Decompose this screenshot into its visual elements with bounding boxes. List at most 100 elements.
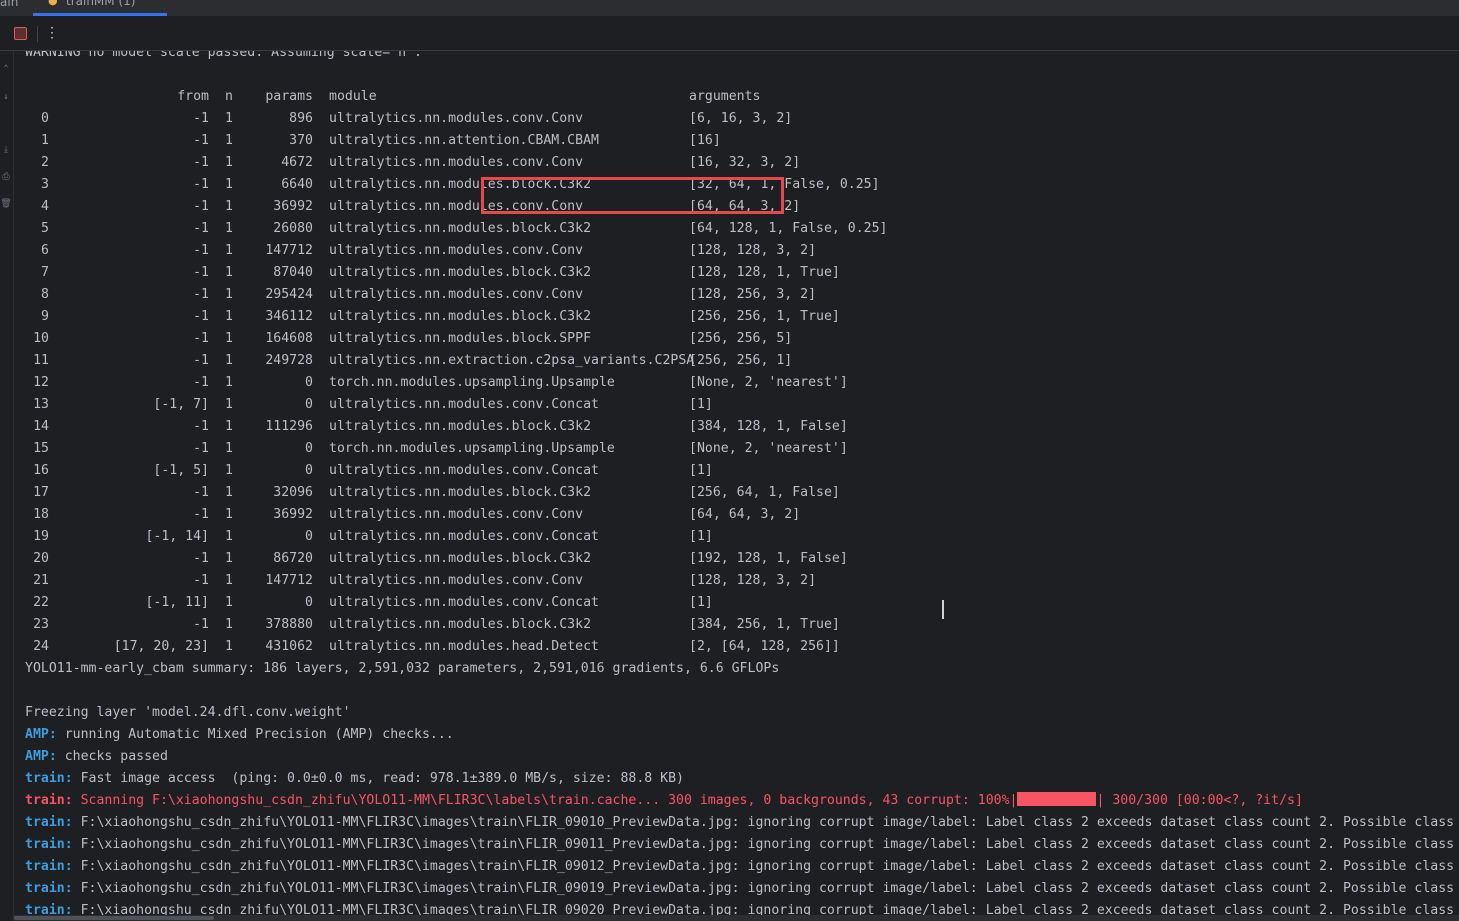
- stop-icon[interactable]: [14, 27, 27, 40]
- layer-from: [-1, 11]: [145, 595, 209, 610]
- layer-n: 1: [225, 507, 233, 522]
- layer-params: 87040: [273, 265, 313, 280]
- layer-params: 378880: [265, 617, 313, 632]
- layer-n: 1: [225, 111, 233, 126]
- amp-prefix: AMP:: [25, 749, 57, 764]
- layer-from: -1: [193, 419, 209, 434]
- scroll-to-end-icon[interactable]: ⤓: [0, 144, 12, 156]
- tab-run-label: trainMM (1): [66, 0, 136, 8]
- layer-index: 20: [33, 551, 49, 566]
- layer-index: 12: [33, 375, 49, 390]
- table-row: 0 -1 1 896 ultralytics.nn.modules.conv.Conv […: [25, 108, 1425, 130]
- layer-params: 0: [305, 595, 313, 610]
- scroll-down-icon[interactable]: ↓: [0, 91, 12, 103]
- trash-icon[interactable]: 🗑: [0, 198, 12, 210]
- train-text: Fast image access (ping: 0.0±0.0 ms, rea…: [72, 771, 684, 786]
- layer-module: ultralytics.nn.modules.conv.Concat: [329, 397, 599, 412]
- layer-module: ultralytics.nn.modules.conv.Concat: [329, 463, 599, 478]
- layer-from: -1: [193, 551, 209, 566]
- layer-from: -1: [193, 309, 209, 324]
- layer-arguments: [192, 128, 1, False]: [689, 551, 848, 566]
- layer-n: 1: [225, 617, 233, 632]
- layer-from: -1: [193, 155, 209, 170]
- layer-params: 0: [305, 529, 313, 544]
- table-row: 17 -1 1 32096 ultralytics.nn.modules.block.C…: [25, 482, 1425, 504]
- layer-arguments: [384, 128, 1, False]: [689, 419, 848, 434]
- scan-suffix: | 300/300 [00:00<?, ?it/s]: [1096, 793, 1303, 808]
- table-row: 14 -1 1 111296 ultralytics.nn.modules.block.…: [25, 416, 1425, 438]
- layer-n: 1: [225, 463, 233, 478]
- run-toolbar: ⋮: [0, 17, 1459, 51]
- layer-params: 0: [305, 441, 313, 456]
- train-prefix: train:: [25, 815, 73, 830]
- more-vertical-icon[interactable]: ⋮: [44, 24, 60, 42]
- layer-index: 15: [33, 441, 49, 456]
- tab-previous[interactable]: ain: [0, 0, 18, 9]
- layer-params: 249728: [265, 353, 313, 368]
- table-row: 1 -1 1 370 ultralytics.nn.attention.CBAM.CBA…: [25, 130, 1425, 152]
- layer-index: 17: [33, 485, 49, 500]
- layer-params: 32096: [273, 485, 313, 500]
- layer-index: 6: [41, 243, 49, 258]
- train-prefix: train:: [25, 837, 73, 852]
- table-row: 4 -1 1 36992 ultralytics.nn.modules.conv.Con…: [25, 196, 1425, 218]
- layer-module: ultralytics.nn.modules.conv.Conv: [329, 573, 584, 588]
- layer-n: 1: [225, 573, 233, 588]
- scrollbar-thumb[interactable]: [14, 916, 214, 920]
- layer-arguments: [256, 256, 5]: [689, 331, 793, 346]
- scan-text: Scanning F:\xiaohongshu_csdn_zhifu\YOLO1…: [72, 793, 1018, 808]
- layer-n: 1: [225, 177, 233, 192]
- layer-arguments: [1]: [689, 529, 713, 544]
- text-cursor: [942, 600, 944, 619]
- layer-arguments: [1]: [689, 595, 713, 610]
- layer-index: 4: [41, 199, 49, 214]
- toolbar-divider: [37, 26, 38, 42]
- table-row: 3 -1 1 6640 ultralytics.nn.modules.block.C3k…: [25, 174, 1425, 196]
- print-icon[interactable]: ⎙: [0, 171, 12, 183]
- layer-params: 896: [289, 111, 313, 126]
- table-row: 8 -1 1 295424 ultralytics.nn.modules.conv.Co…: [25, 284, 1425, 306]
- layer-from: -1: [193, 375, 209, 390]
- amp-passed-line: AMP: checks passed: [25, 746, 168, 768]
- layer-index: 7: [41, 265, 49, 280]
- table-row: 24 [17, 20, 23] 1 431062 ultralytics.nn.modu…: [25, 636, 1425, 658]
- layer-n: 1: [225, 243, 233, 258]
- layer-module: ultralytics.nn.attention.CBAM.CBAM: [329, 133, 599, 148]
- layer-from: -1: [193, 133, 209, 148]
- horizontal-scrollbar[interactable]: [14, 915, 1459, 921]
- layer-params: 431062: [265, 639, 313, 654]
- header-from: from: [177, 89, 209, 104]
- layer-from: [17, 20, 23]: [113, 639, 209, 654]
- run-console-output[interactable]: WARNING no model scale passed. Assuming …: [14, 51, 1459, 921]
- table-row: 15 -1 1 0 torch.nn.modules.upsampling.Upsamp…: [25, 438, 1425, 460]
- layer-params: 147712: [265, 573, 313, 588]
- layer-module: ultralytics.nn.modules.block.SPPF: [329, 331, 592, 346]
- layer-params: 0: [305, 375, 313, 390]
- layer-params: 36992: [273, 199, 313, 214]
- table-row: 23 -1 1 378880 ultralytics.nn.modules.block.…: [25, 614, 1425, 636]
- layer-arguments: [6, 16, 3, 2]: [689, 111, 793, 126]
- layer-index: 0: [41, 111, 49, 126]
- layer-arguments: [None, 2, 'nearest']: [689, 441, 848, 456]
- layer-arguments: [256, 64, 1, False]: [689, 485, 840, 500]
- layer-index: 10: [33, 331, 49, 346]
- layer-module: ultralytics.nn.extraction.c2psa_variants…: [329, 353, 695, 368]
- layer-module: ultralytics.nn.modules.block.C3k2: [329, 309, 592, 324]
- layer-index: 5: [41, 221, 49, 236]
- train-prefix: train:: [25, 771, 73, 786]
- table-row: 9 -1 1 346112 ultralytics.nn.modules.block.C…: [25, 306, 1425, 328]
- train-warning-line: train: F:\xiaohongshu_csdn_zhifu\YOLO11-…: [25, 834, 1459, 856]
- layer-arguments: [128, 128, 1, True]: [689, 265, 840, 280]
- scroll-up-icon[interactable]: ⌃: [0, 63, 12, 75]
- table-row: 12 -1 1 0 torch.nn.modules.upsampling.Upsamp…: [25, 372, 1425, 394]
- layer-n: 1: [225, 309, 233, 324]
- layer-arguments: [256, 256, 1]: [689, 353, 793, 368]
- layer-n: 1: [225, 155, 233, 170]
- layer-params: 111296: [265, 419, 313, 434]
- layer-from: -1: [193, 221, 209, 236]
- table-row: 19 [-1, 14] 1 0 ultralytics.nn.modules.conv.…: [25, 526, 1425, 548]
- layer-module: ultralytics.nn.modules.conv.Conv: [329, 287, 584, 302]
- layer-arguments: [128, 128, 3, 2]: [689, 573, 817, 588]
- layer-n: 1: [225, 287, 233, 302]
- layer-module: torch.nn.modules.upsampling.Upsample: [329, 375, 615, 390]
